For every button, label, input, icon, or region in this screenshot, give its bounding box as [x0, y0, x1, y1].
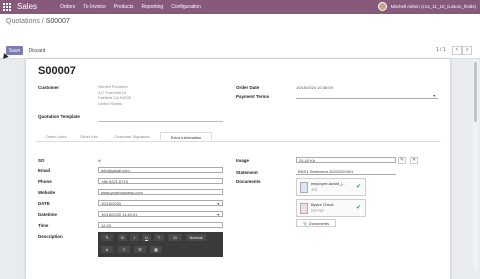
scrollbar[interactable] [473, 59, 478, 270]
payment-terms-label: Payment Terms [236, 94, 270, 99]
breadcrumb: Quotations / S00007 [6, 18, 70, 25]
order-date-label: Order Date [236, 85, 260, 90]
chevron-down-icon: ▼ [216, 202, 220, 206]
clear-format-icon[interactable]: T [154, 234, 164, 241]
pager-next-button[interactable]: > [462, 46, 472, 55]
statement-field[interactable]: BNS1 Statement 20201020001 [296, 169, 396, 175]
user-name[interactable]: Mitchell Admin (z14_11_10_custom_fields) [391, 4, 476, 9]
email-field[interactable]: info@gmail.com [98, 167, 223, 173]
chevron-down-icon: ▼ [216, 213, 220, 217]
scrollbar-thumb[interactable] [474, 62, 477, 122]
avatar[interactable] [377, 2, 387, 11]
order-number: S00007 [38, 65, 76, 77]
image-label: Image [236, 158, 250, 163]
menu-reporting[interactable]: Reporting [142, 4, 164, 10]
apps-menu-icon[interactable] [3, 3, 11, 11]
tab-customer-signature[interactable]: Customer Signature [106, 132, 158, 141]
quotation-template-input[interactable] [98, 121, 223, 122]
menu-to-invoice[interactable]: To Invoice [83, 4, 106, 10]
upload-documents-button[interactable]: 📎 Documents [296, 219, 336, 227]
menu-products[interactable]: Products [114, 4, 134, 10]
font-size-select[interactable]: 11 [168, 234, 182, 241]
check-icon: ✔ [355, 184, 361, 190]
so-value[interactable]: hi [98, 158, 101, 163]
datetime-field[interactable]: 10/15/2020 11:40:41 ▼ [98, 211, 223, 217]
statement-label: Statement [236, 170, 258, 175]
order-date-value[interactable]: 10/15/2020 10:38:09 [296, 85, 333, 90]
align-button[interactable]: ≡ [118, 246, 130, 253]
underline-button[interactable]: U [142, 234, 151, 241]
bold-button[interactable]: B [118, 234, 127, 241]
pager-value: 1 / 1 [436, 47, 446, 53]
image-field[interactable]: 25.40 Kb [296, 157, 396, 163]
so-label: SO [38, 158, 45, 163]
document-attachment-2[interactable]: Bystre Check PDF.PDF ✔ [296, 199, 366, 217]
list-button[interactable]: ☰ [134, 246, 146, 253]
top-navbar: Sales Orders To Invoice Products Reporti… [0, 0, 480, 14]
table-button[interactable]: ▦ [150, 246, 162, 253]
payment-terms-select[interactable]: ▼ [296, 93, 438, 99]
notebook-tabs: Order Lines Other Info Customer Signatur… [36, 132, 441, 142]
form-sheet: S00007 Customer Gemini Furniture 317 Fai… [26, 59, 450, 279]
magic-wand-icon[interactable]: ✎ [101, 234, 113, 241]
statement-value: BNS1 Statement 20201020001 [298, 169, 354, 174]
tab-extra-information[interactable]: Extra Information [160, 132, 212, 141]
save-button[interactable]: Save [6, 46, 23, 55]
customer-address[interactable]: Gemini Furniture 317 Fairchild Dr Fairfi… [98, 84, 131, 106]
document-attachment-1[interactable]: employee-award_j... JPG ✔ [296, 178, 366, 196]
menu-orders[interactable]: Orders [60, 4, 75, 10]
pager-prev-button[interactable]: < [452, 46, 462, 55]
quotation-template-label: Quotation Template [38, 114, 80, 119]
control-panel [0, 14, 480, 59]
discard-button[interactable]: Discard [26, 46, 48, 55]
documents-label: Documents [236, 179, 261, 184]
chevron-down-icon: ▼ [432, 94, 436, 98]
font-color-button[interactable]: A [101, 246, 113, 253]
app-name[interactable]: Sales [17, 2, 37, 11]
time-label: Time [38, 223, 49, 228]
date-label: DATE [38, 201, 50, 206]
email-label: Email [38, 168, 51, 173]
check-icon: ✔ [355, 205, 361, 211]
time-field[interactable]: 12.00 [98, 222, 223, 228]
tab-order-lines[interactable]: Order Lines [40, 132, 72, 141]
phone-label: Phone [38, 179, 52, 184]
breadcrumb-parent[interactable]: Quotations [6, 18, 40, 25]
html-editor-toolbar: ✎ B I U T 11 Normal A ≡ ☰ ▦ [98, 232, 223, 257]
edit-icon[interactable]: ✎ [398, 157, 406, 164]
breadcrumb-current: S00007 [45, 18, 70, 25]
pdf-file-icon [300, 203, 308, 214]
user-menu[interactable]: Mitchell Admin (z14_11_10_custom_fields) [377, 2, 476, 11]
customer-label: Customer [38, 85, 60, 90]
website-label: Website [38, 190, 56, 195]
phone-field[interactable]: +86 5221 6715 [98, 178, 223, 184]
paragraph-style-select[interactable]: Normal [186, 234, 206, 241]
main-menu: Orders To Invoice Products Reporting Con… [60, 4, 201, 10]
website-field[interactable]: www.yourbusiness.com [98, 189, 223, 195]
image-file-icon [300, 182, 308, 193]
description-label: Description [38, 234, 63, 239]
date-field[interactable]: 10/15/2020 ▼ [98, 200, 223, 206]
menu-configuration[interactable]: Configuration [171, 4, 201, 10]
datetime-label: Datetime [38, 212, 58, 217]
trash-icon[interactable]: ✕ [410, 157, 418, 164]
tab-other-info[interactable]: Other Info [74, 132, 104, 141]
italic-button[interactable]: I [130, 234, 139, 241]
